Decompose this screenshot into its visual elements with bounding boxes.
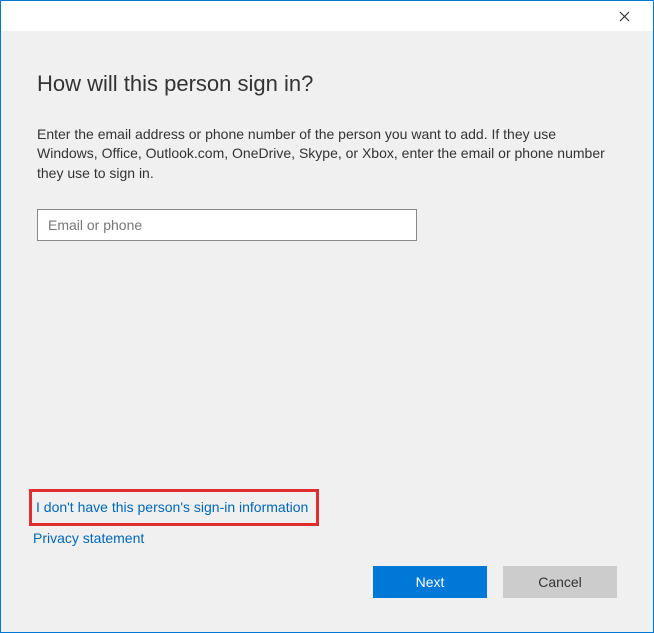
next-button[interactable]: Next: [373, 566, 487, 598]
instruction-text: Enter the email address or phone number …: [37, 125, 617, 183]
dialog-content: How will this person sign in? Enter the …: [1, 31, 653, 632]
no-signin-info-link[interactable]: I don't have this person's sign-in infor…: [36, 495, 308, 520]
close-icon: [619, 11, 630, 22]
dialog-footer: Next Cancel: [373, 566, 617, 598]
links-section: I don't have this person's sign-in infor…: [33, 489, 319, 551]
input-container: [37, 209, 417, 241]
cancel-button[interactable]: Cancel: [503, 566, 617, 598]
page-title: How will this person sign in?: [37, 71, 617, 97]
privacy-statement-link[interactable]: Privacy statement: [33, 526, 144, 551]
close-button[interactable]: [607, 5, 641, 27]
titlebar: [1, 1, 653, 31]
email-or-phone-input[interactable]: [37, 209, 417, 241]
highlight-box: I don't have this person's sign-in infor…: [29, 489, 319, 526]
dialog-window: How will this person sign in? Enter the …: [0, 0, 654, 633]
